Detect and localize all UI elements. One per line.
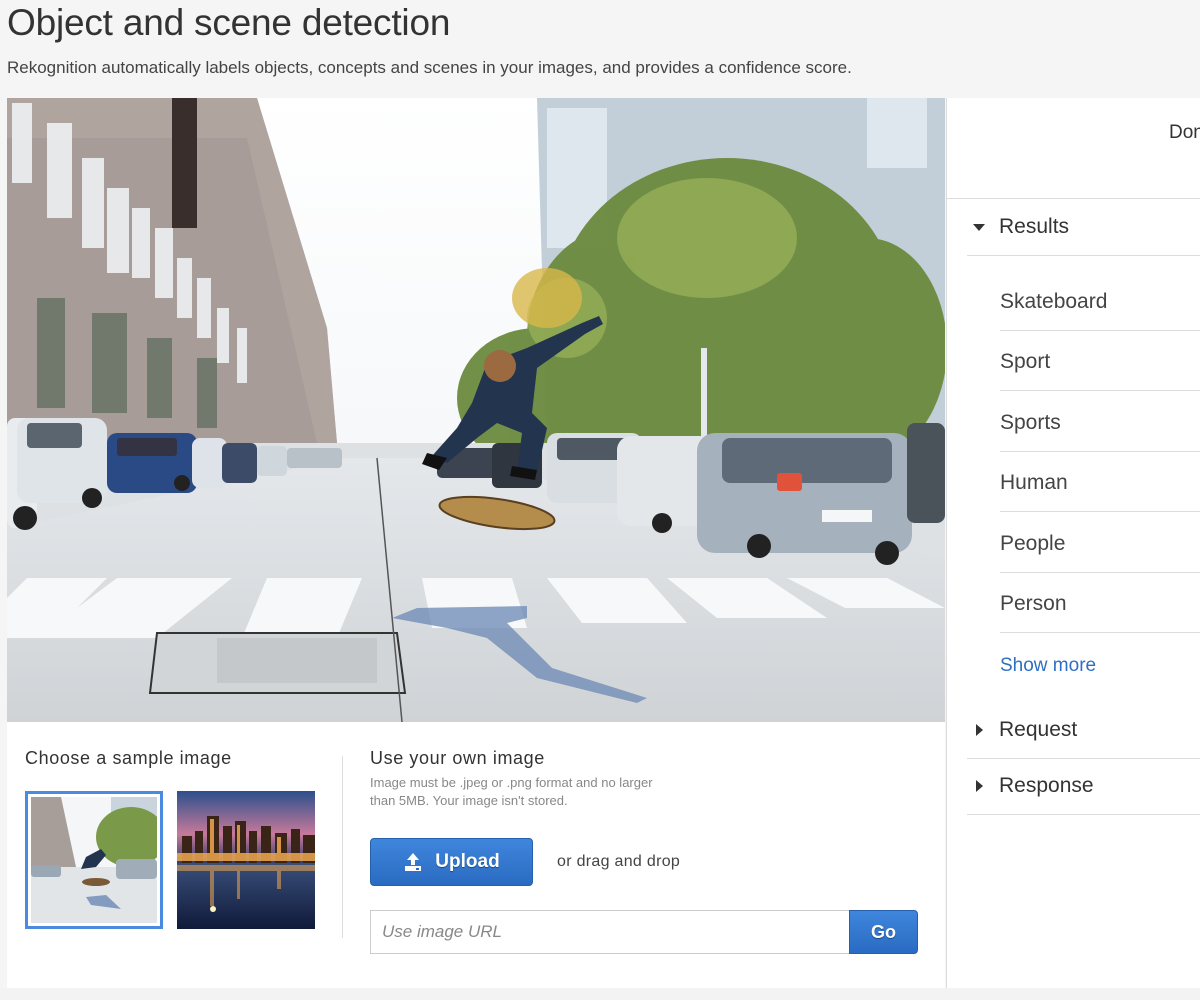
divider (967, 758, 1200, 759)
main-panel: Choose a sample image Use your own image… (7, 98, 945, 988)
results-heading: Results (999, 215, 1070, 238)
result-label-item: Skateboard (1000, 270, 1200, 331)
result-label-item: People (1000, 512, 1200, 573)
response-accordion-toggle[interactable]: Response (967, 774, 1200, 798)
upload-icon (403, 852, 423, 872)
page-subtitle: Rekognition automatically labels objects… (7, 58, 852, 77)
results-panel: Done Results Skateboard Sport Sports Hum… (946, 98, 1200, 988)
result-label-item: Human (1000, 452, 1200, 512)
go-button[interactable]: Go (849, 910, 918, 954)
result-label-item: Person (1000, 573, 1200, 633)
page-title: Object and scene detection (7, 2, 451, 43)
own-image-help-text: Image must be .jpeg or .png format and n… (370, 775, 653, 808)
divider (967, 814, 1200, 815)
page: Object and scene detection Rekognition a… (0, 0, 1200, 1000)
sample-heading: Choose a sample image (25, 748, 232, 768)
results-accordion-toggle[interactable]: Results (967, 215, 1200, 239)
response-heading: Response (999, 774, 1094, 797)
upload-button-label: Upload (435, 851, 500, 872)
request-accordion-toggle[interactable]: Request (967, 718, 1200, 742)
sample-thumb-skateboarder[interactable] (25, 791, 163, 929)
divider (947, 198, 1200, 199)
footer-strip (0, 988, 1200, 1000)
drag-and-drop-text: or drag and drop (557, 853, 681, 870)
caret-down-icon (973, 223, 985, 231)
results-label-list: Skateboard Sport Sports Human People Per… (1000, 270, 1200, 633)
image-url-input[interactable] (370, 910, 849, 954)
request-heading: Request (999, 718, 1078, 741)
section-divider (342, 756, 343, 938)
result-label-item: Sport (1000, 331, 1200, 391)
caret-right-icon (976, 724, 983, 736)
sample-thumb-city-skyline[interactable] (177, 791, 315, 929)
detection-image (7, 98, 945, 722)
upload-button[interactable]: Upload (370, 838, 533, 886)
own-image-heading: Use your own image (370, 748, 545, 768)
done-label: Done (1169, 122, 1200, 143)
show-more-link[interactable]: Show more (1000, 655, 1096, 677)
divider (967, 255, 1200, 256)
own-image-section: Use your own image Image must be .jpeg o… (370, 748, 930, 954)
sample-image-section: Choose a sample image (25, 748, 315, 929)
caret-right-icon (976, 780, 983, 792)
result-label-item: Sports (1000, 391, 1200, 452)
